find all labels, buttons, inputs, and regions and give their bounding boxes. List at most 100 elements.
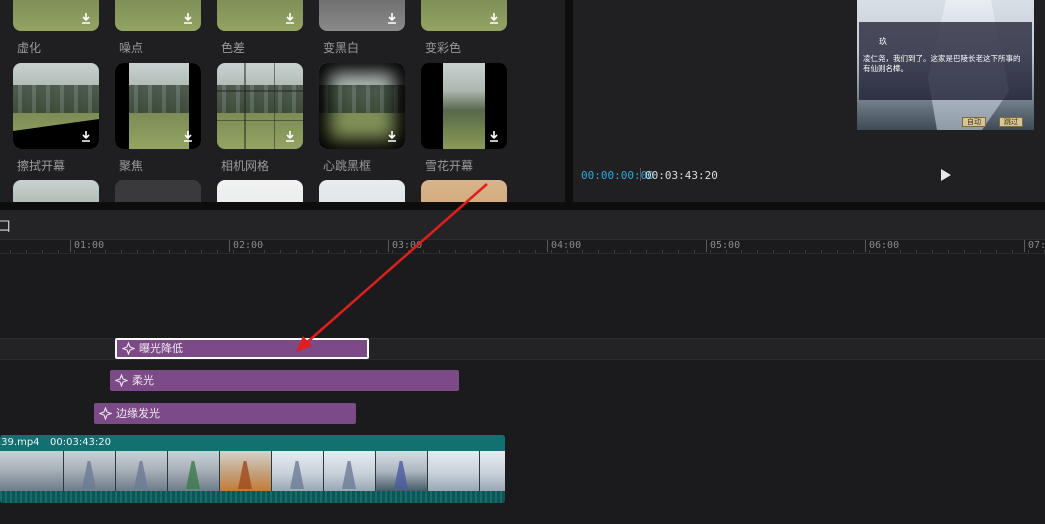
effect-card-partial[interactable] bbox=[13, 180, 101, 202]
effect-label: 擦拭开幕 bbox=[17, 159, 66, 173]
video-frame bbox=[272, 451, 324, 491]
ruler-minor-tick bbox=[677, 250, 679, 253]
ruler-minor-tick bbox=[89, 250, 91, 253]
effect-thumbnail bbox=[319, 0, 405, 31]
effect-label: 变彩色 bbox=[425, 41, 462, 55]
download-icon[interactable] bbox=[181, 11, 195, 25]
timeline-toolbar: 口 bbox=[0, 210, 1045, 240]
ruler-label: 07:0 bbox=[1028, 240, 1045, 251]
ruler-minor-tick bbox=[25, 250, 27, 253]
ruler-minor-tick bbox=[57, 250, 59, 253]
ruler-minor-tick bbox=[216, 250, 218, 253]
video-duration: 00:03:43:20 bbox=[50, 437, 112, 448]
effect-thumbnail bbox=[319, 63, 405, 149]
ruler-minor-tick bbox=[73, 250, 75, 253]
ruler-tick bbox=[865, 240, 866, 252]
effect-card-chromatic[interactable]: 色差 bbox=[217, 0, 305, 55]
ruler-minor-tick bbox=[709, 250, 711, 253]
ruler-minor-tick bbox=[1027, 250, 1029, 253]
effect-card-wipe-open[interactable]: 擦拭开幕 bbox=[13, 63, 101, 173]
effect-card-focus[interactable]: 聚焦 bbox=[115, 63, 203, 173]
ruler-minor-tick bbox=[487, 250, 488, 253]
ruler-minor-tick bbox=[948, 250, 950, 253]
video-clip-header: .39.mp4 00:03:43:20 bbox=[0, 435, 505, 451]
video-clip[interactable]: .39.mp4 00:03:43:20 bbox=[0, 435, 505, 503]
time-ruler[interactable]: 01:00 02:00 03:00 04:00 05:00 06:00 07:0 bbox=[0, 240, 1045, 254]
toolbar-button[interactable]: 口 bbox=[0, 216, 11, 236]
effect-star-icon bbox=[99, 407, 112, 420]
ruler-minor-tick bbox=[566, 250, 568, 253]
ruler-minor-tick bbox=[725, 250, 727, 253]
download-icon[interactable] bbox=[79, 11, 93, 25]
ruler-minor-tick bbox=[343, 250, 345, 253]
download-icon[interactable] bbox=[385, 11, 399, 25]
effect-clip-soft-light[interactable]: 柔光 bbox=[110, 370, 459, 391]
download-icon[interactable] bbox=[487, 11, 501, 25]
ruler-minor-tick bbox=[502, 250, 504, 253]
effect-card-snow-open[interactable]: 雪花开幕 bbox=[421, 63, 509, 173]
timeline-panel: 口 01:00 02:00 03:00 04:00 05:00 06:00 07… bbox=[0, 210, 1045, 524]
ruler-tick bbox=[706, 240, 707, 252]
effect-card-partial[interactable] bbox=[319, 180, 407, 202]
effect-clip-edge-glow[interactable]: 边缘发光 bbox=[94, 403, 356, 424]
effect-card-blur[interactable]: 虚化 bbox=[13, 0, 101, 55]
effect-star-icon bbox=[122, 342, 135, 355]
panel-divider[interactable] bbox=[565, 0, 573, 202]
ruler-minor-tick bbox=[916, 250, 918, 253]
ruler-minor-tick bbox=[1011, 250, 1013, 253]
ruler-minor-tick bbox=[1043, 250, 1045, 253]
ruler-tick bbox=[547, 240, 548, 252]
effect-card-partial[interactable] bbox=[115, 180, 203, 202]
ruler-minor-tick bbox=[868, 250, 870, 253]
ruler-minor-tick bbox=[964, 250, 965, 253]
effect-card-heartbeat-frame[interactable]: 心跳黑框 bbox=[319, 63, 407, 173]
effect-card-to-bw[interactable]: 变黑白 bbox=[319, 0, 407, 55]
download-icon[interactable] bbox=[385, 129, 399, 143]
download-icon[interactable] bbox=[487, 129, 501, 143]
ruler-minor-tick bbox=[582, 250, 584, 253]
effect-card-partial[interactable] bbox=[421, 180, 509, 202]
effect-card-to-color[interactable]: 变彩色 bbox=[421, 0, 509, 55]
effect-clip-exposure-down[interactable]: 曝光降低 bbox=[115, 338, 369, 359]
effect-star-icon bbox=[115, 374, 128, 387]
effect-card-partial[interactable] bbox=[217, 180, 305, 202]
download-icon[interactable] bbox=[283, 129, 297, 143]
ruler-minor-tick bbox=[471, 250, 473, 253]
effect-card-camera-grid[interactable]: 相机网格 bbox=[217, 63, 305, 173]
preview-player: 玖 凌仁尧，我们到了。这家是巴陵长老这下所事的 有仙则名樟。 自动 跳过 00:… bbox=[573, 0, 1045, 202]
video-frame bbox=[64, 451, 116, 491]
play-icon[interactable] bbox=[939, 167, 953, 183]
ruler-minor-tick bbox=[439, 250, 441, 253]
panel-divider-horizontal[interactable] bbox=[0, 202, 1045, 210]
ruler-minor-tick bbox=[836, 250, 838, 253]
effect-label: 变黑白 bbox=[323, 41, 360, 55]
ruler-minor-tick bbox=[757, 250, 759, 253]
ruler-minor-tick bbox=[789, 250, 791, 253]
effect-label: 雪花开幕 bbox=[425, 159, 474, 173]
download-icon[interactable] bbox=[283, 11, 297, 25]
ruler-minor-tick bbox=[232, 250, 234, 253]
skip-button: 跳过 bbox=[999, 117, 1023, 127]
ruler-minor-tick bbox=[169, 250, 170, 253]
effect-clip-label: 曝光降低 bbox=[139, 342, 183, 355]
effect-label: 心跳黑框 bbox=[323, 159, 372, 173]
download-icon[interactable] bbox=[181, 129, 195, 143]
video-frame bbox=[376, 451, 428, 491]
ruler-minor-tick bbox=[534, 250, 536, 253]
total-duration: 00:03:43:20 bbox=[645, 169, 718, 182]
effect-card-noise[interactable]: 噪点 bbox=[115, 0, 203, 55]
ruler-minor-tick bbox=[200, 250, 202, 253]
download-icon[interactable] bbox=[79, 129, 93, 143]
effect-thumbnail bbox=[217, 63, 303, 149]
effect-label: 相机网格 bbox=[221, 159, 270, 173]
effect-label: 色差 bbox=[221, 41, 246, 55]
effect-label: 虚化 bbox=[17, 41, 42, 55]
video-frame bbox=[428, 451, 480, 491]
effect-label: 噪点 bbox=[119, 41, 144, 55]
ruler-minor-tick bbox=[359, 250, 361, 253]
video-frame bbox=[168, 451, 220, 491]
effect-thumbnail bbox=[115, 63, 201, 149]
ruler-minor-tick bbox=[598, 250, 600, 253]
ruler-minor-tick bbox=[646, 250, 647, 253]
ruler-minor-tick bbox=[312, 250, 314, 253]
